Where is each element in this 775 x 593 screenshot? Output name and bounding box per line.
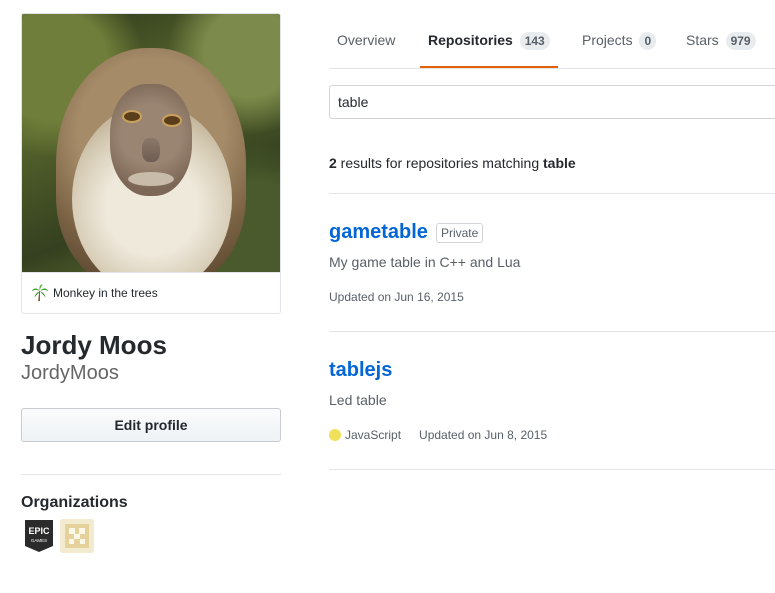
repositories-count: 143	[519, 32, 550, 50]
tab-overview[interactable]: Overview	[337, 24, 395, 68]
org-epic-games[interactable]: EPIC GAMES	[22, 519, 56, 553]
pixel-skull-logo	[60, 519, 94, 553]
user-status-text: Monkey in the trees	[53, 286, 158, 300]
svg-text:EPIC: EPIC	[28, 526, 50, 536]
tab-stars[interactable]: Stars 979	[686, 24, 756, 68]
repo-meta: JavaScript Updated on Jun 8, 2015	[329, 428, 547, 442]
edit-profile-button[interactable]: Edit profile	[21, 408, 281, 442]
results-count: 2	[329, 155, 337, 171]
repo-description: Led table	[329, 392, 387, 408]
epic-games-logo: EPIC GAMES	[25, 520, 53, 552]
repo-name-link[interactable]: gametable	[329, 221, 428, 244]
private-badge: Private	[435, 222, 484, 243]
tab-projects[interactable]: Projects 0	[582, 24, 657, 68]
svg-text:GAMES: GAMES	[31, 538, 47, 543]
profile-tabs: Overview Repositories 143 Projects 0 Sta…	[329, 24, 775, 69]
divider	[329, 469, 775, 470]
repo-list-item: gametable Private	[329, 221, 484, 244]
repo-list-item: tablejs	[329, 359, 392, 382]
divider	[21, 474, 281, 475]
repo-description: My game table in C++ and Lua	[329, 254, 521, 270]
user-status[interactable]: Monkey in the trees	[22, 272, 280, 313]
divider	[329, 331, 775, 332]
stars-count: 979	[725, 32, 756, 50]
projects-count: 0	[639, 32, 657, 50]
profile-username: JordyMoos	[21, 362, 119, 384]
palm-tree-icon	[31, 284, 49, 302]
organizations-heading: Organizations	[21, 494, 128, 511]
search-results-summary: 2 results for repositories matching tabl…	[329, 155, 576, 171]
repository-search-input[interactable]	[329, 85, 775, 119]
repo-language: JavaScript	[345, 428, 402, 442]
org-pixel[interactable]	[60, 519, 94, 553]
profile-fullname: Jordy Moos	[21, 330, 167, 360]
repo-updated: Updated on Jun 16, 2015	[329, 290, 464, 304]
repo-updated: Updated on Jun 8, 2015	[419, 428, 548, 442]
repo-name-link[interactable]: tablejs	[329, 359, 392, 381]
divider	[329, 193, 775, 194]
results-query: table	[543, 155, 576, 171]
avatar-card: Monkey in the trees	[21, 13, 281, 314]
tab-repositories[interactable]: Repositories 143	[420, 24, 558, 68]
avatar[interactable]	[22, 14, 280, 272]
repo-meta: Updated on Jun 16, 2015	[329, 290, 464, 304]
language-color-icon	[329, 429, 341, 441]
